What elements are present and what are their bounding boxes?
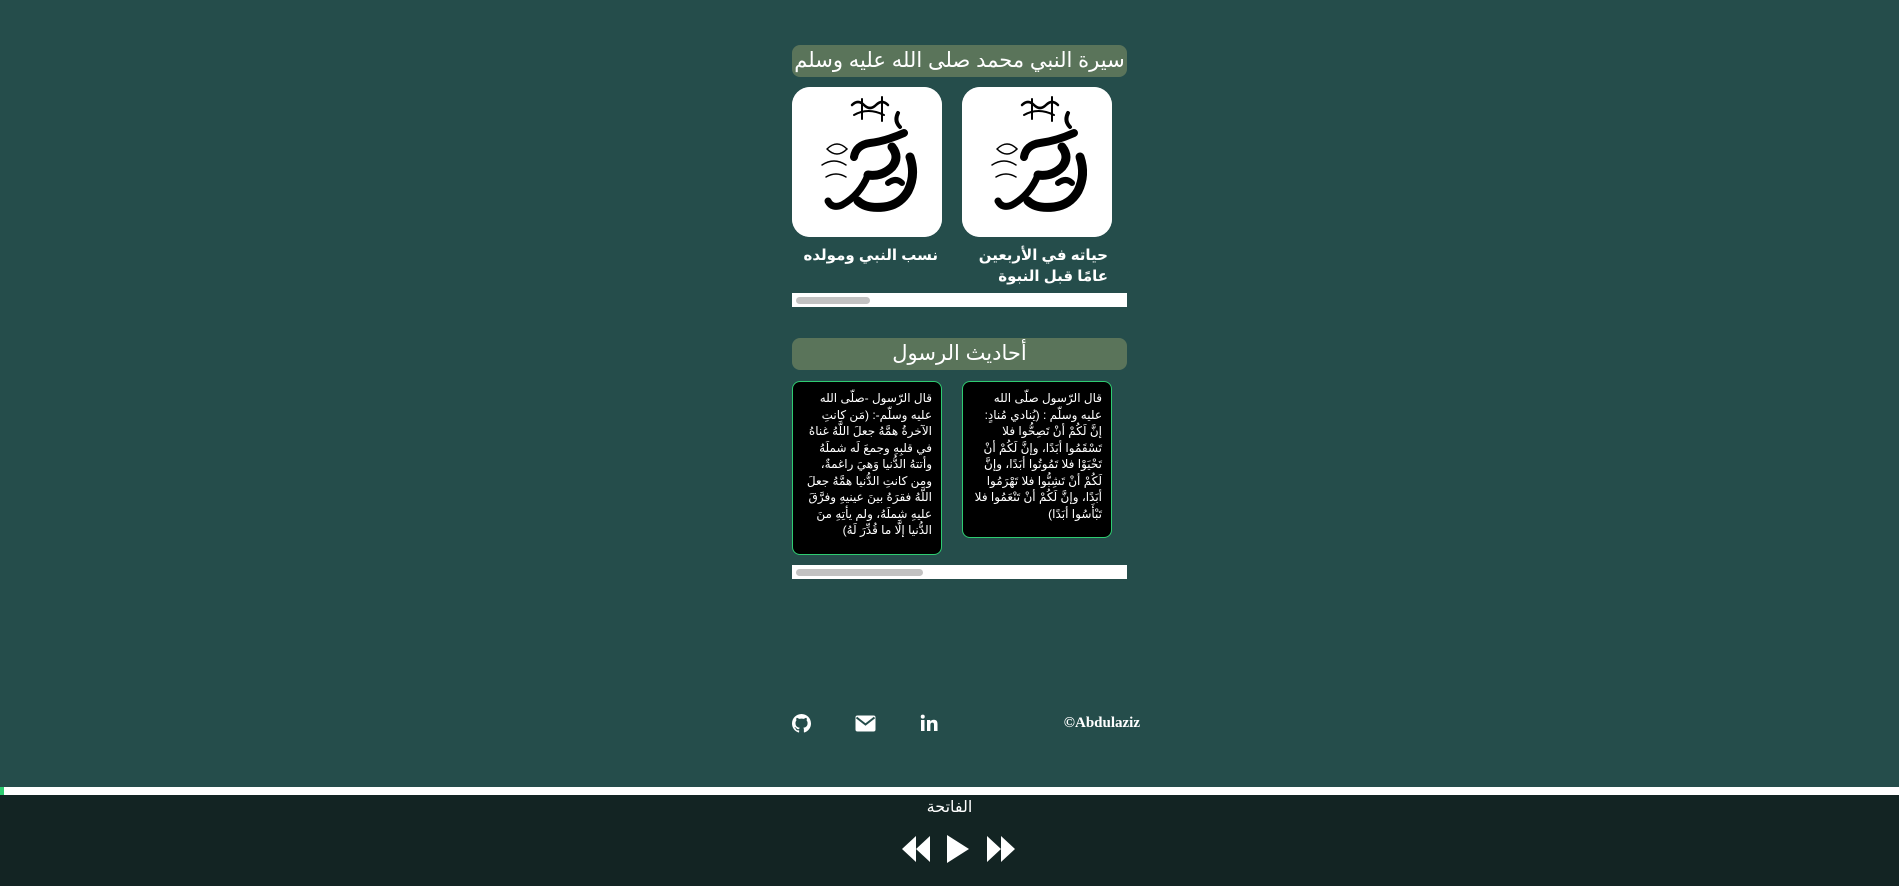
sira-card-life-before-prophethood-caption[interactable]: حياته في الأربعين عامًا قبل النبوة: [962, 245, 1112, 287]
sira-card-lineage-birth-caption[interactable]: نسب النبي ومولده: [792, 245, 942, 266]
hadith-scrollbar-thumb[interactable]: [796, 569, 923, 576]
hadith-card[interactable]: قال الرّسول -صلّى الله عليه وسلّم-: (مَن…: [792, 381, 942, 555]
player-progress-bar[interactable]: [0, 787, 1899, 795]
sira-scrollbar[interactable]: [792, 293, 1127, 307]
github-icon[interactable]: [790, 712, 812, 734]
sira-scrollbar-thumb[interactable]: [796, 297, 870, 304]
sira-card-lineage-birth-image[interactable]: [792, 87, 942, 237]
player-progress-fill: [0, 787, 4, 795]
muhammad-calligraphy-image: [962, 87, 1112, 237]
hadith-scrollbar[interactable]: [792, 565, 1127, 579]
audio-player: الفاتحة: [0, 795, 1899, 886]
fast-forward-icon: [987, 836, 1015, 862]
track-name: الفاتحة: [926, 799, 973, 816]
linkedin-icon[interactable]: [918, 712, 940, 734]
hadith-card[interactable]: قال الرّسول صلّى الله عليه وسلّم : (يُنا…: [962, 381, 1112, 538]
copyright-text: ©Abdulaziz: [1063, 715, 1140, 731]
hadith-section-title: أحاديث الرسول: [792, 338, 1127, 370]
muhammad-calligraphy-image: [792, 87, 942, 237]
sira-card-life-before-prophethood-image[interactable]: [962, 87, 1112, 237]
fast-forward-button[interactable]: [985, 833, 1015, 865]
rewind-button[interactable]: [902, 833, 932, 865]
envelope-icon[interactable]: [854, 712, 876, 734]
sira-section-title: سيرة النبي محمد صلى الله عليه وسلم: [792, 45, 1127, 77]
play-button[interactable]: [946, 833, 970, 865]
rewind-icon: [902, 836, 930, 862]
play-icon: [947, 835, 969, 863]
